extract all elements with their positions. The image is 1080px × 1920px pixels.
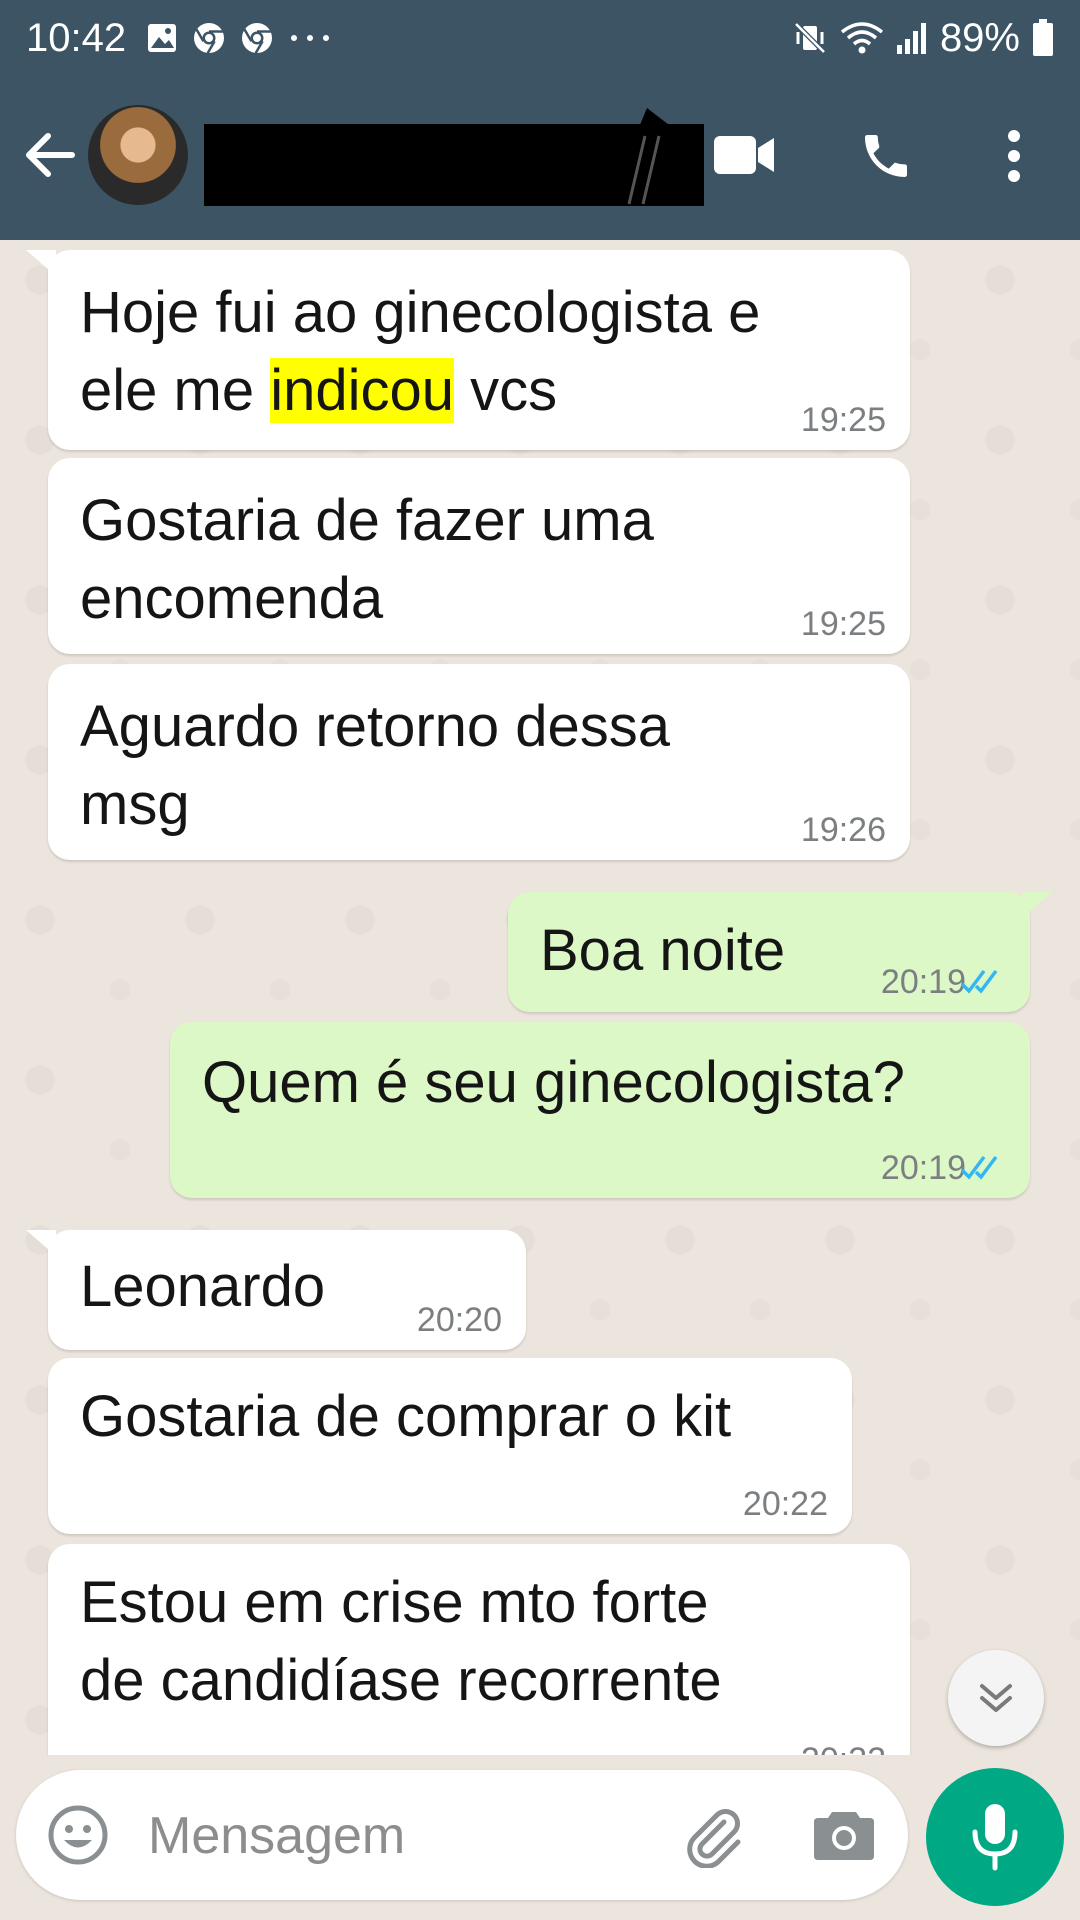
message-time: 20:19 [880, 1149, 966, 1187]
message-text: Estou em crise mto forte de candidíase r… [80, 1570, 722, 1713]
overflow-menu-icon[interactable] [1000, 128, 1028, 184]
chrome-icon [194, 23, 225, 54]
message-incoming[interactable]: Estou em crise mto forte de candidíase r… [48, 1544, 910, 1755]
message-incoming[interactable]: Gostaria de fazer uma encomenda 19:25 [48, 458, 910, 654]
highlighted-word: indicou [270, 358, 455, 423]
message-text: Aguardo retorno dessa msg [80, 694, 671, 837]
message-time: 19:25 [800, 401, 886, 439]
mic-icon [972, 1804, 1018, 1871]
message-incoming[interactable]: Leonardo 20:20 [26, 1230, 526, 1350]
notification-icons [146, 21, 332, 55]
message-outgoing[interactable]: Boa noite 20:19 [508, 892, 1052, 1012]
message-time: 20:22 [742, 1485, 828, 1523]
status-time: 10:42 [26, 15, 127, 60]
video-call-icon[interactable] [712, 132, 776, 178]
message-text: Hoje fui ao ginecologista e ele me indic… [80, 280, 761, 423]
attach-icon[interactable] [680, 1802, 746, 1868]
message-time: 19:26 [800, 811, 886, 849]
message-incoming[interactable]: Hoje fui ao ginecologista e ele me indic… [26, 250, 910, 450]
battery-percent: 89% [939, 15, 1020, 60]
message-text: Gostaria de comprar o kit [80, 1384, 732, 1449]
message-time: 20:22 [801, 1740, 886, 1755]
message-list[interactable]: Hoje fui ao ginecologista e ele me indic… [0, 240, 1080, 1755]
battery-icon [1033, 19, 1053, 56]
read-ticks-icon [960, 969, 998, 994]
message-time: 20:19 [880, 963, 966, 1001]
message-input[interactable] [146, 1802, 670, 1870]
message-time: 19:25 [800, 605, 886, 643]
message-text: Gostaria de fazer uma encomenda [80, 488, 654, 631]
mute-vibrate-icon [794, 22, 826, 54]
chevron-double-down-icon [980, 1684, 1012, 1712]
phone-icon[interactable] [858, 128, 914, 184]
message-text: Quem é seu ginecologista? [202, 1050, 905, 1115]
message-text: Boa noite [540, 918, 786, 983]
status-bar: 10:42 89% [0, 0, 1080, 76]
more-dots-icon [291, 35, 330, 41]
back-arrow-icon[interactable] [22, 128, 76, 182]
avatar[interactable] [88, 105, 188, 205]
message-compose-bar [16, 1770, 908, 1900]
chrome-icon [242, 23, 273, 54]
message-incoming[interactable]: Gostaria de comprar o kit 20:22 [48, 1358, 852, 1534]
message-incoming[interactable]: Aguardo retorno dessa msg 19:26 [48, 664, 910, 860]
redaction-marker [607, 108, 673, 205]
wifi-icon [840, 22, 884, 54]
chat-header [0, 76, 1080, 240]
message-time: 20:20 [416, 1301, 502, 1339]
message-text: Leonardo [80, 1254, 326, 1319]
image-icon [148, 24, 177, 52]
signal-icon [896, 23, 926, 54]
read-ticks-icon [960, 1155, 998, 1180]
scroll-to-bottom-button[interactable] [948, 1650, 1044, 1746]
voice-message-button[interactable] [926, 1768, 1064, 1906]
camera-icon[interactable] [812, 1806, 876, 1864]
emoji-icon[interactable] [46, 1803, 110, 1867]
message-outgoing[interactable]: Quem é seu ginecologista? 20:19 [170, 1022, 1030, 1198]
status-right: 89% [792, 16, 1054, 61]
